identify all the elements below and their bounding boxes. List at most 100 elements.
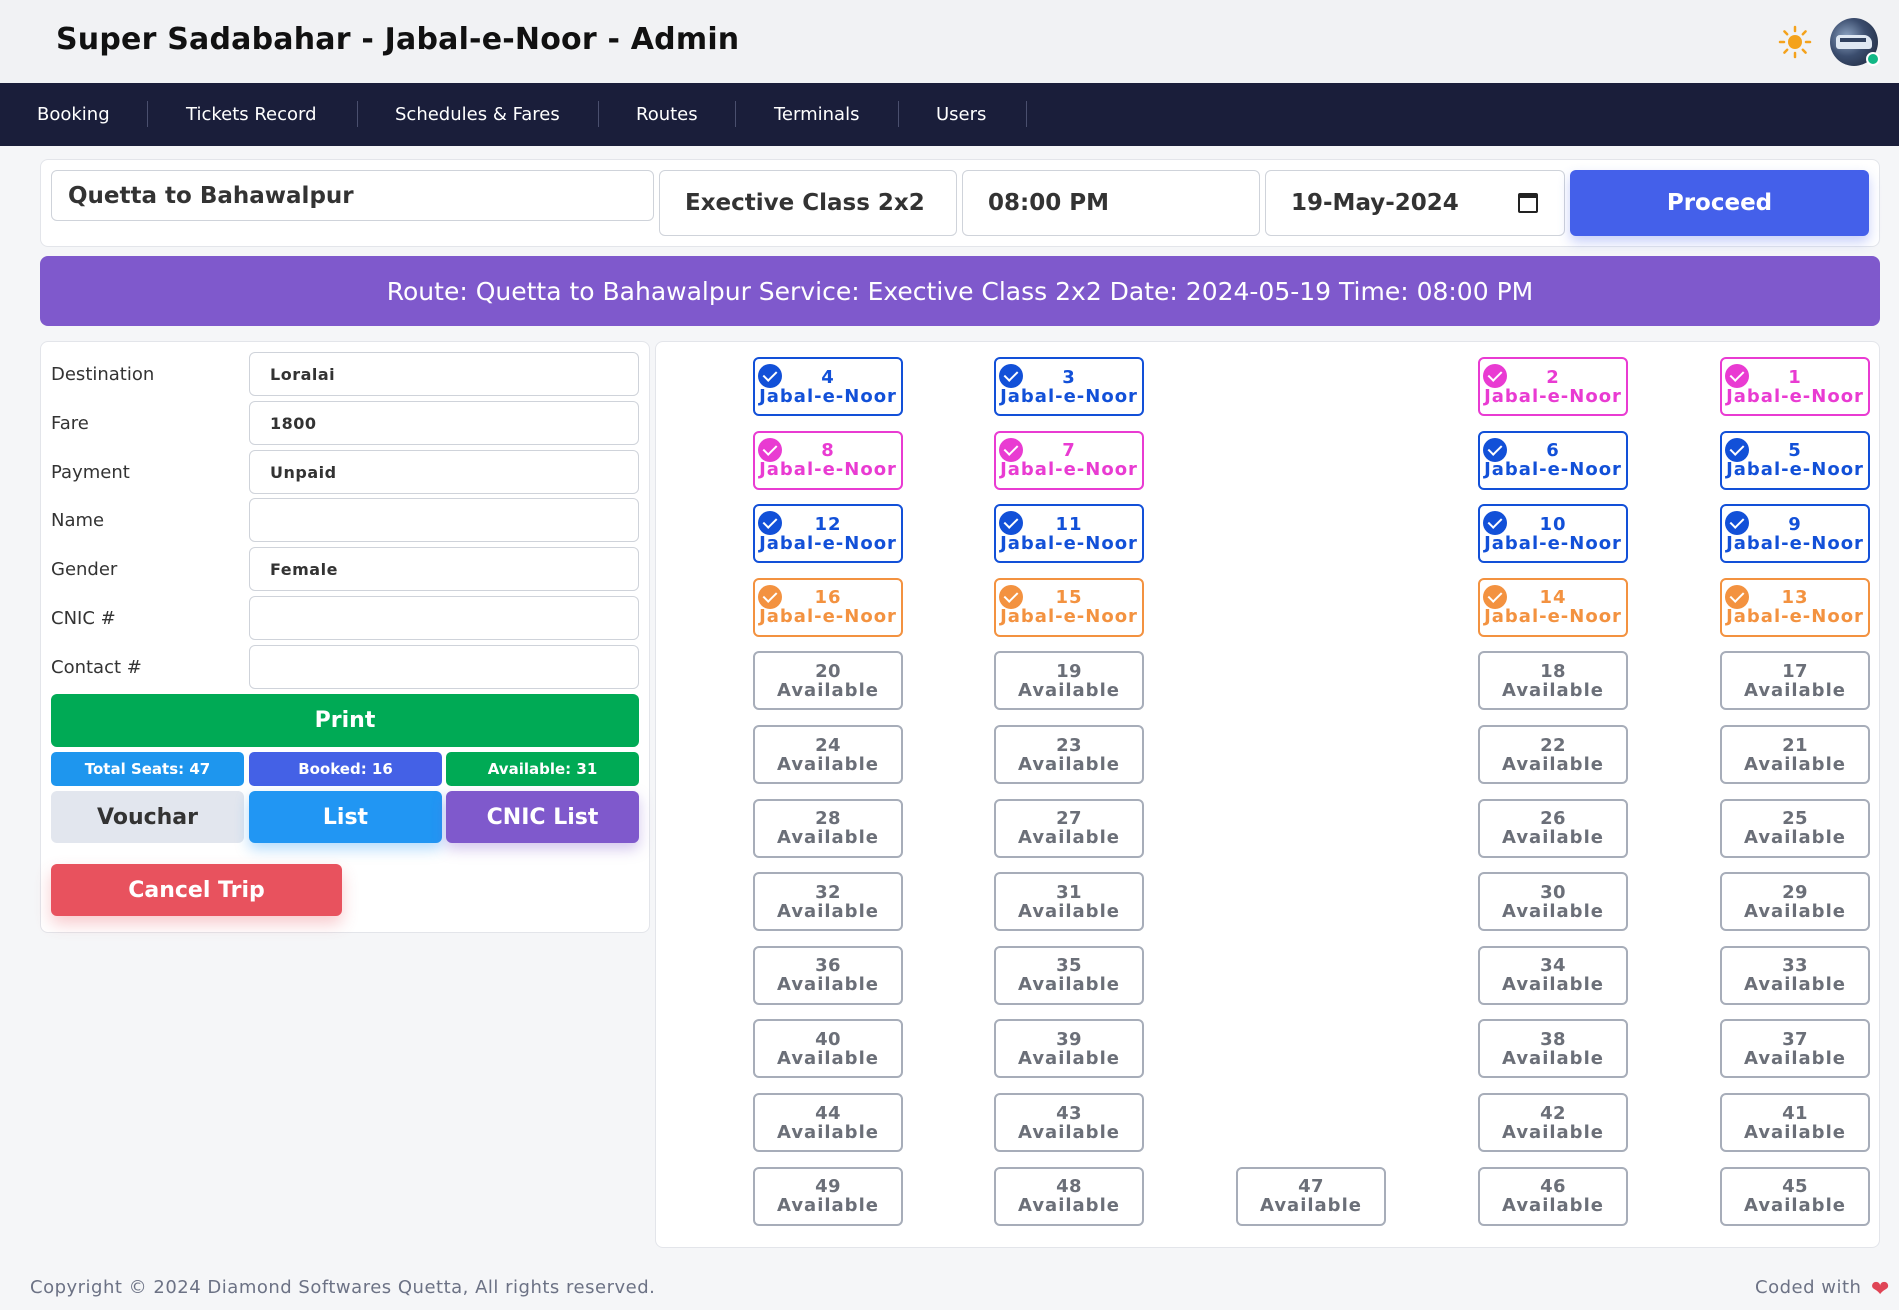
seat-1[interactable]: 1 Jabal-e-Noor [1720,357,1870,416]
seat-47[interactable]: 47 Available [1236,1166,1386,1226]
seat-status: Jabal-e-Noor [1000,606,1138,628]
seat-8[interactable]: 8 Jabal-e-Noor [753,430,903,490]
seat-5[interactable]: 5 Jabal-e-Noor [1720,430,1870,490]
seat-10[interactable]: 10 Jabal-e-Noor [1478,504,1628,564]
service-select[interactable]: Exective Class 2x2 [659,170,957,236]
seat-number: 41 [1782,1102,1808,1124]
seat-26[interactable]: 26 Available [1478,798,1628,858]
route-select[interactable]: Quetta to Bahawalpur [51,170,654,221]
seat-number: 44 [815,1102,841,1124]
seat-status: Available [777,900,879,922]
seat-48[interactable]: 48 Available [994,1166,1144,1226]
nav-divider [357,101,358,127]
seat-25[interactable]: 25 Available [1720,798,1870,858]
seat-43[interactable]: 43 Available [994,1093,1144,1152]
seat-number: 34 [1540,955,1566,977]
seat-34[interactable]: 34 Available [1478,945,1628,1005]
seat-16[interactable]: 16 Jabal-e-Noor [753,577,903,637]
seat-40[interactable]: 40 Available [753,1019,903,1079]
nav-users[interactable]: Users [936,83,986,146]
seat-6[interactable]: 6 Jabal-e-Noor [1478,430,1628,490]
nav-booking[interactable]: Booking [37,83,110,146]
seat-status: Available [1744,753,1846,775]
seat-45[interactable]: 45 Available [1720,1166,1870,1226]
seat-36[interactable]: 36 Available [753,945,903,1005]
seat-33[interactable]: 33 Available [1720,945,1870,1005]
seat-number: 16 [814,587,842,609]
seat-status: Available [1502,827,1604,849]
seat-31[interactable]: 31 Available [994,872,1144,932]
seat-status: Jabal-e-Noor [1484,532,1622,554]
fare-input[interactable]: 1800 [249,401,639,445]
cnic-input[interactable] [249,596,639,640]
seat-38[interactable]: 38 Available [1478,1019,1628,1079]
nav-routes[interactable]: Routes [636,83,698,146]
seat-number: 28 [815,808,841,830]
date-input[interactable]: 19-May-2024 [1265,170,1565,236]
seat-29[interactable]: 29 Available [1720,872,1870,932]
seat-39[interactable]: 39 Available [994,1019,1144,1079]
seat-35[interactable]: 35 Available [994,945,1144,1005]
seat-44[interactable]: 44 Available [753,1093,903,1152]
seat-2[interactable]: 2 Jabal-e-Noor [1478,357,1628,416]
seat-12[interactable]: 12 Jabal-e-Noor [753,504,903,564]
seat-4[interactable]: 4 Jabal-e-Noor [753,357,903,416]
list-button[interactable]: List [249,791,442,843]
seat-37[interactable]: 37 Available [1720,1019,1870,1079]
seat-21[interactable]: 21 Available [1720,725,1870,784]
main-nav: Booking Tickets Record Schedules & Fares… [0,83,1899,146]
seat-15[interactable]: 15 Jabal-e-Noor [994,577,1144,637]
seat-42[interactable]: 42 Available [1478,1093,1628,1152]
seat-41[interactable]: 41 Available [1720,1093,1870,1152]
seat-49[interactable]: 49 Available [753,1166,903,1226]
seat-22[interactable]: 22 Available [1478,725,1628,784]
seat-7[interactable]: 7 Jabal-e-Noor [994,430,1144,490]
seat-3[interactable]: 3 Jabal-e-Noor [994,357,1144,416]
calendar-icon[interactable] [1518,193,1538,213]
check-icon [1725,437,1749,462]
seat-13[interactable]: 13 Jabal-e-Noor [1720,577,1870,637]
seat-number: 10 [1539,513,1567,535]
seat-27[interactable]: 27 Available [994,798,1144,858]
destination-label: Destination [51,364,155,385]
seat-9[interactable]: 9 Jabal-e-Noor [1720,504,1870,564]
cancel-trip-button[interactable]: Cancel Trip [51,864,342,916]
check-icon [1483,364,1507,388]
seat-number: 45 [1782,1176,1808,1198]
vouchar-button[interactable]: Vouchar [51,791,244,843]
nav-schedules-fares[interactable]: Schedules & Fares [395,83,560,146]
copyright-text: Copyright © 2024 Diamond Softwares Quett… [30,1277,656,1298]
seat-18[interactable]: 18 Available [1478,651,1628,711]
contact-input[interactable] [249,645,639,689]
seat-11[interactable]: 11 Jabal-e-Noor [994,504,1144,564]
seat-24[interactable]: 24 Available [753,725,903,784]
seat-status: Available [1018,753,1120,775]
seat-number: 1 [1788,366,1802,388]
bus-image [1836,35,1872,49]
seat-20[interactable]: 20 Available [753,651,903,711]
seat-30[interactable]: 30 Available [1478,872,1628,932]
time-select[interactable]: 08:00 PM [962,170,1260,236]
seat-28[interactable]: 28 Available [753,798,903,858]
nav-terminals[interactable]: Terminals [774,83,859,146]
nav-tickets-record[interactable]: Tickets Record [186,83,317,146]
seat-46[interactable]: 46 Available [1478,1166,1628,1226]
seat-32[interactable]: 32 Available [753,872,903,932]
proceed-button[interactable]: Proceed [1570,170,1869,236]
seat-status: Available [777,827,879,849]
check-icon [758,584,782,609]
seat-23[interactable]: 23 Available [994,725,1144,784]
fare-label: Fare [51,413,89,434]
seat-14[interactable]: 14 Jabal-e-Noor [1478,577,1628,637]
payment-select[interactable]: Unpaid [249,450,639,494]
seat-status: Available [1018,1047,1120,1069]
sun-icon[interactable] [1778,25,1812,59]
seat-19[interactable]: 19 Available [994,651,1144,711]
destination-select[interactable]: Loralai [249,352,639,396]
print-button[interactable]: Print [51,694,639,747]
seat-number: 38 [1540,1028,1566,1050]
gender-select[interactable]: Female [249,547,639,591]
name-input[interactable] [249,498,639,542]
seat-17[interactable]: 17 Available [1720,651,1870,711]
cnic-list-button[interactable]: CNIC List [446,791,639,843]
